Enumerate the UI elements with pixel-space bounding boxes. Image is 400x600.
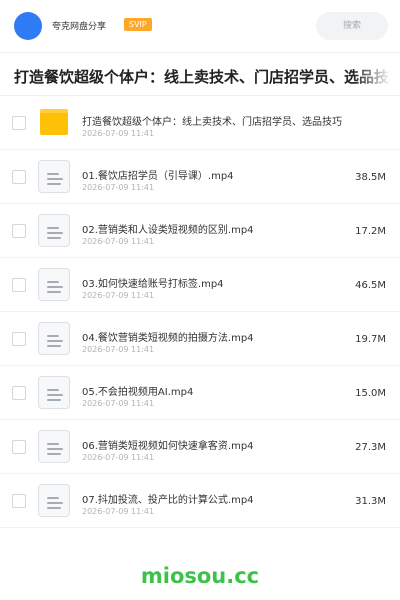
file-row[interactable]: 05.不会拍视频用AI.mp4 2026-07-09 11:41 15.0M: [0, 366, 400, 420]
file-row[interactable]: 06.营销类短视频如何快速拿客资.mp4 2026-07-09 11:41 27…: [0, 420, 400, 474]
folder-icon: [40, 109, 68, 135]
select-checkbox[interactable]: [12, 494, 26, 508]
file-row[interactable]: 07.抖加投流、投产比的计算公式.mp4 2026-07-09 11:41 31…: [0, 474, 400, 528]
file-size: 15.0M: [355, 388, 386, 399]
file-name: 05.不会拍视频用AI.mp4: [82, 387, 194, 398]
share-owner-name: 夸克网盘分享: [52, 22, 107, 32]
file-name: 04.餐饮营销类短视频的拍摄方法.mp4: [82, 333, 254, 344]
file-size: 31.3M: [355, 496, 386, 507]
select-checkbox[interactable]: [12, 170, 26, 184]
file-name: 02.营销类和人设类短视频的区别.mp4: [82, 225, 254, 236]
file-name: 03.如何快速给账号打标签.mp4: [82, 279, 224, 290]
watermark: miosou.cc: [140, 564, 260, 588]
video-file-icon: [38, 430, 70, 463]
select-checkbox[interactable]: [12, 332, 26, 346]
file-size: 27.3M: [355, 442, 386, 453]
video-file-icon: [38, 484, 70, 517]
file-row[interactable]: 01.餐饮店招学员（引导课）.mp4 2026-07-09 11:41 38.5…: [0, 150, 400, 204]
file-size: 38.5M: [355, 172, 386, 183]
search-button[interactable]: 搜索: [316, 12, 388, 40]
file-size: 46.5M: [355, 280, 386, 291]
title-fade: [354, 53, 400, 95]
folder-name: 打造餐饮超级个体户：线上卖技术、门店招学员、选品技巧: [82, 117, 342, 128]
file-row[interactable]: 03.如何快速给账号打标签.mp4 2026-07-09 11:41 46.5M: [0, 258, 400, 312]
select-checkbox[interactable]: [12, 440, 26, 454]
title-bar: 打造餐饮超级个体户：线上卖技术、门店招学员、选品技巧: [0, 52, 400, 96]
video-file-icon: [38, 268, 70, 301]
file-name: 06.营销类短视频如何快速拿客资.mp4: [82, 441, 254, 452]
svip-badge: SVIP: [124, 18, 152, 31]
file-date: 2026-07-09 11:41: [82, 453, 155, 462]
file-name: 01.餐饮店招学员（引导课）.mp4: [82, 171, 234, 182]
select-checkbox[interactable]: [12, 116, 26, 130]
select-checkbox[interactable]: [12, 278, 26, 292]
select-checkbox[interactable]: [12, 386, 26, 400]
video-file-icon: [38, 214, 70, 247]
file-date: 2026-07-09 11:41: [82, 345, 155, 354]
video-file-icon: [38, 322, 70, 355]
file-name: 07.抖加投流、投产比的计算公式.mp4: [82, 495, 254, 506]
video-file-icon: [38, 160, 70, 193]
file-row[interactable]: 04.餐饮营销类短视频的拍摄方法.mp4 2026-07-09 11:41 19…: [0, 312, 400, 366]
file-row[interactable]: 02.营销类和人设类短视频的区别.mp4 2026-07-09 11:41 17…: [0, 204, 400, 258]
avatar[interactable]: [14, 12, 42, 40]
file-date: 2026-07-09 11:41: [82, 507, 155, 516]
file-size: 17.2M: [355, 226, 386, 237]
file-date: 2026-07-09 11:41: [82, 291, 155, 300]
file-date: 2026-07-09 11:41: [82, 183, 155, 192]
file-size: 19.7M: [355, 334, 386, 345]
file-date: 2026-07-09 11:41: [82, 399, 155, 408]
folder-date: 2026-07-09 11:41: [82, 129, 155, 138]
top-bar: 夸克网盘分享 SVIP 搜索: [0, 0, 400, 52]
page-title: 打造餐饮超级个体户：线上卖技术、门店招学员、选品技巧: [14, 68, 400, 86]
folder-row[interactable]: 打造餐饮超级个体户：线上卖技术、门店招学员、选品技巧 2026-07-09 11…: [0, 96, 400, 150]
select-checkbox[interactable]: [12, 224, 26, 238]
file-date: 2026-07-09 11:41: [82, 237, 155, 246]
video-file-icon: [38, 376, 70, 409]
file-list: 打造餐饮超级个体户：线上卖技术、门店招学员、选品技巧 2026-07-09 11…: [0, 96, 400, 528]
